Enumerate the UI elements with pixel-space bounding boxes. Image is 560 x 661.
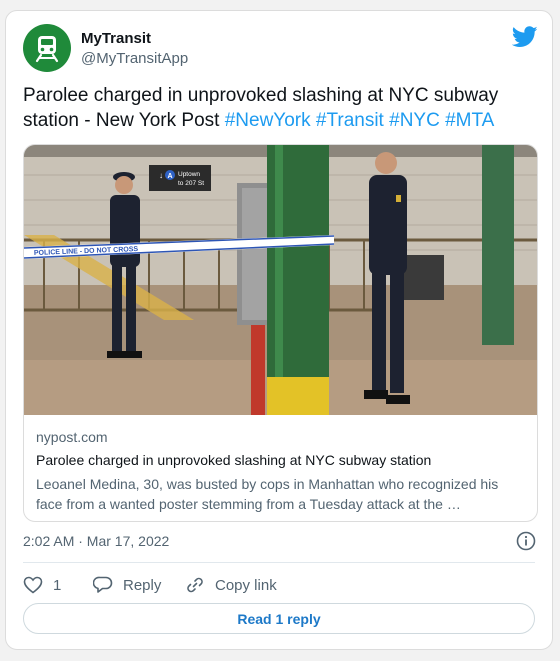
read-replies-button[interactable]: Read 1 reply: [23, 603, 535, 634]
account-name[interactable]: MyTransit: [81, 30, 151, 47]
heart-icon: [23, 576, 43, 594]
link-title: Parolee charged in unprovoked slashing a…: [36, 452, 432, 468]
hashtag-mta[interactable]: #MTA: [445, 110, 494, 131]
hashtag-nyc[interactable]: #NYC: [389, 110, 440, 131]
tweet-timestamp[interactable]: 2:02 AM · Mar 17, 2022: [23, 533, 169, 549]
reply-button[interactable]: Reply: [93, 571, 161, 599]
avatar[interactable]: [23, 24, 71, 72]
like-button[interactable]: 1: [23, 571, 61, 599]
sign-badge: A: [168, 173, 173, 180]
tweet-header: MyTransit @MyTransitApp: [23, 24, 538, 72]
link-domain: nypost.com: [36, 429, 108, 445]
action-bar: 1 Reply Copy link: [23, 571, 535, 599]
tweet-text: Parolee charged in unprovoked slashing a…: [23, 83, 535, 133]
info-icon[interactable]: [516, 531, 536, 551]
divider: [23, 562, 535, 563]
copy-link-button[interactable]: Copy link: [185, 571, 277, 599]
hashtag-transit[interactable]: #Transit: [316, 110, 384, 131]
link-meta: nypost.com Parolee charged in unprovoked…: [36, 429, 525, 514]
sign-line1: Uptown: [178, 171, 200, 178]
train-icon: [35, 36, 59, 63]
hashtag-newyork[interactable]: #NewYork: [225, 110, 311, 131]
like-count: 1: [53, 576, 62, 594]
reply-label: Reply: [123, 576, 162, 594]
sign-line2: to 207 St: [178, 180, 204, 187]
svg-text:↓: ↓: [159, 171, 163, 180]
copy-link-label: Copy link: [215, 576, 277, 594]
link-icon: [187, 577, 203, 593]
reply-icon: [93, 576, 113, 593]
tweet-embed-card: MyTransit @MyTransitApp Parolee charged …: [5, 10, 553, 650]
twitter-bird-icon[interactable]: [512, 26, 538, 48]
link-preview-card[interactable]: ↓ A Uptown to 207 St POLICE LINE - DO NO…: [23, 144, 538, 522]
article-photo[interactable]: ↓ A Uptown to 207 St POLICE LINE - DO NO…: [24, 145, 538, 415]
read-replies-label: Read 1 reply: [237, 610, 321, 627]
account-handle[interactable]: @MyTransitApp: [81, 50, 188, 67]
link-description: Leoanel Medina, 30, was busted by cops i…: [36, 476, 499, 512]
